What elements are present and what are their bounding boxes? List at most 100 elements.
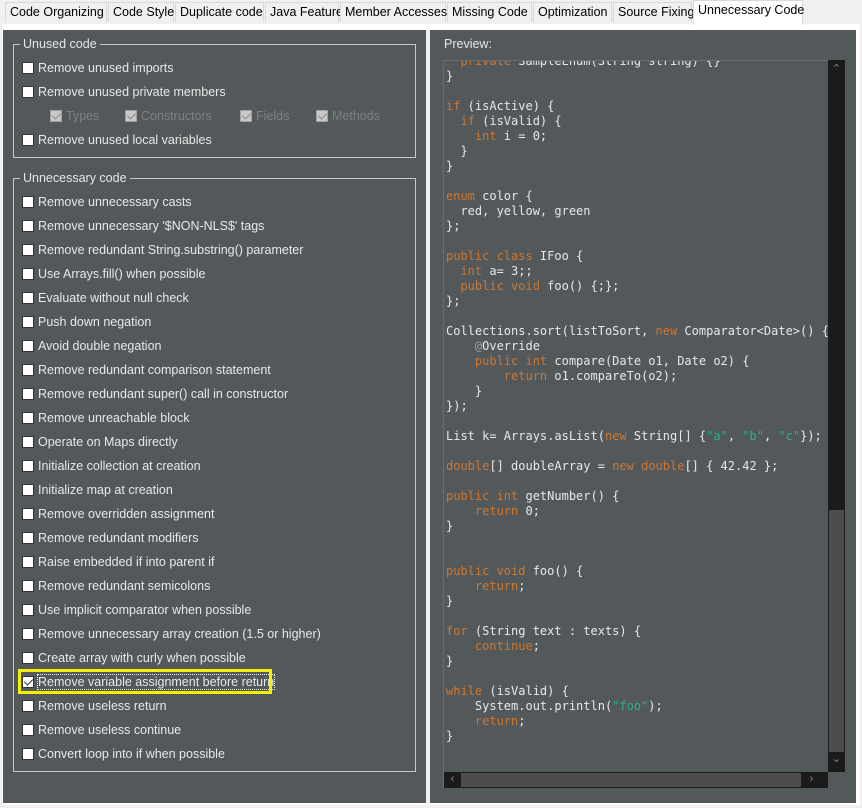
checkbox[interactable]	[22, 700, 34, 712]
code-line: while (isValid) {	[446, 684, 569, 698]
checkbox[interactable]	[22, 628, 34, 640]
option-types: Types	[50, 107, 99, 125]
option-remove-useless-continue[interactable]: Remove useless continue	[22, 721, 181, 739]
unused-code-group: Unused code Remove unused imports Remove …	[13, 36, 416, 158]
option-operate-on-maps-directly[interactable]: Operate on Maps directly	[22, 433, 178, 451]
checkbox[interactable]	[22, 412, 34, 424]
option-push-down-negation[interactable]: Push down negation	[22, 313, 151, 331]
checkbox[interactable]	[22, 748, 34, 760]
option-create-array-with-curly-when-possible[interactable]: Create array with curly when possible	[22, 649, 246, 667]
checkbox[interactable]	[22, 220, 34, 232]
code-line: return;	[446, 714, 526, 728]
tab-code-style[interactable]: Code Style	[108, 2, 174, 22]
tab-code-organizing[interactable]: Code Organizing	[5, 2, 107, 22]
code-line: int i = 0;	[446, 129, 548, 143]
scroll-left-icon[interactable]: ‹	[444, 773, 461, 785]
option-convert-loop-into-if-when-possible[interactable]: Convert loop into if when possible	[22, 745, 225, 763]
code-preview[interactable]: private SampleEnum(String string) {}} if …	[443, 60, 830, 788]
option-remove-unused-private-members[interactable]: Remove unused private members	[22, 83, 226, 101]
option-label: Remove useless continue	[38, 723, 182, 737]
checkbox[interactable]	[22, 532, 34, 544]
tab-duplicate-code[interactable]: Duplicate code	[175, 2, 264, 22]
scroll-right-icon[interactable]: ›	[803, 773, 820, 785]
checkbox[interactable]	[22, 580, 34, 592]
horizontal-scroll-thumb[interactable]	[461, 773, 801, 787]
vertical-scroll-thumb[interactable]	[829, 510, 844, 752]
option-evaluate-without-null-check[interactable]: Evaluate without null check	[22, 289, 189, 307]
unnecessary-code-group: Unnecessary code Remove unnecessary cast…	[13, 170, 416, 772]
option-remove-redundant-semicolons[interactable]: Remove redundant semicolons	[22, 577, 210, 595]
option-label: Remove unnecessary casts	[38, 195, 192, 209]
scroll-up-icon[interactable]: ⌃	[828, 62, 845, 75]
option-remove-unreachable-block[interactable]: Remove unreachable block	[22, 409, 189, 427]
option-label: Convert loop into if when possible	[38, 747, 225, 761]
option-remove-unnecessary-array-creation-1-5-or-higher[interactable]: Remove unnecessary array creation (1.5 o…	[22, 625, 321, 643]
checkbox[interactable]	[22, 196, 34, 208]
option-label: Use Arrays.fill() when possible	[38, 267, 206, 281]
options-pane: Unused code Remove unused imports Remove …	[3, 30, 426, 803]
vertical-scrollbar[interactable]: ⌃ ⌄	[828, 60, 845, 773]
checkbox[interactable]	[22, 652, 34, 664]
option-remove-variable-assignment-before-return[interactable]: Remove variable assignment before return	[22, 673, 276, 691]
option-raise-embedded-if-into-parent-if[interactable]: Raise embedded if into parent if	[22, 553, 215, 571]
code-line: };	[446, 294, 461, 308]
option-remove-redundant-string-substring-parameter[interactable]: Remove redundant String.substring() para…	[22, 241, 303, 259]
checkbox[interactable]	[22, 86, 34, 98]
code-line: });	[446, 399, 468, 413]
unused-code-title: Unused code	[20, 36, 100, 52]
checkbox[interactable]	[22, 364, 34, 376]
checkbox[interactable]	[22, 340, 34, 352]
option-use-implicit-comparator-when-possible[interactable]: Use implicit comparator when possible	[22, 601, 251, 619]
checkbox[interactable]	[22, 724, 34, 736]
option-initialize-collection-at-creation[interactable]: Initialize collection at creation	[22, 457, 201, 475]
tab-optimization[interactable]: Optimization	[533, 2, 612, 22]
checkbox[interactable]	[22, 436, 34, 448]
tab-java-feature[interactable]: Java Feature	[265, 2, 343, 22]
checkbox[interactable]	[22, 292, 34, 304]
option-label: Initialize map at creation	[38, 483, 173, 497]
code-line: continue;	[446, 639, 540, 653]
option-avoid-double-negation[interactable]: Avoid double negation	[22, 337, 162, 355]
checkbox[interactable]	[22, 134, 34, 146]
checkbox[interactable]	[22, 460, 34, 472]
tab-missing-code[interactable]: Missing Code	[447, 2, 532, 22]
checkbox[interactable]	[22, 268, 34, 280]
option-remove-redundant-modifiers[interactable]: Remove redundant modifiers	[22, 529, 199, 547]
tab-unnecessary-code[interactable]: Unnecessary Code	[693, 0, 804, 25]
option-label: Remove unnecessary array creation (1.5 o…	[38, 627, 321, 641]
option-remove-redundant-super-call-in-constructor[interactable]: Remove redundant super() call in constru…	[22, 385, 288, 403]
checkbox	[50, 110, 62, 122]
option-label: Push down negation	[38, 315, 152, 329]
code-line: }	[446, 594, 454, 608]
code-line: }	[446, 144, 468, 158]
option-initialize-map-at-creation[interactable]: Initialize map at creation	[22, 481, 173, 499]
option-remove-unnecessary-casts[interactable]: Remove unnecessary casts	[22, 193, 192, 211]
checkbox[interactable]	[22, 388, 34, 400]
option-remove-overridden-assignment[interactable]: Remove overridden assignment	[22, 505, 214, 523]
option-label: Create array with curly when possible	[38, 651, 246, 665]
code-line: List k= Arrays.asList(new String[] {"a",…	[446, 429, 822, 443]
checkbox[interactable]	[22, 508, 34, 520]
tab-source-fixing[interactable]: Source Fixing	[613, 2, 694, 22]
option-remove-unnecessary-non-nls-tags[interactable]: Remove unnecessary '$NON-NLS$' tags	[22, 217, 264, 235]
checkbox[interactable]	[22, 316, 34, 328]
option-remove-unused-local-variables[interactable]: Remove unused local variables	[22, 131, 212, 149]
option-label: Avoid double negation	[38, 339, 162, 353]
scroll-down-icon[interactable]: ⌄	[828, 752, 845, 765]
checkbox[interactable]	[22, 604, 34, 616]
checkbox[interactable]	[22, 484, 34, 496]
horizontal-scrollbar[interactable]: ‹ ›	[444, 772, 828, 788]
option-use-arrays-fill-when-possible[interactable]: Use Arrays.fill() when possible	[22, 265, 205, 283]
checkbox[interactable]	[22, 62, 34, 74]
code-line: Collections.sort(listToSort, new Compara…	[446, 324, 829, 338]
checkbox[interactable]	[22, 676, 34, 688]
checkbox[interactable]	[22, 556, 34, 568]
tab-member-accesses[interactable]: Member Accesses	[340, 2, 447, 22]
code-line: System.out.println("foo");	[446, 699, 663, 713]
checkbox[interactable]	[22, 244, 34, 256]
option-remove-useless-return[interactable]: Remove useless return	[22, 697, 167, 715]
option-remove-redundant-comparison-statement[interactable]: Remove redundant comparison statement	[22, 361, 271, 379]
option-remove-unused-imports[interactable]: Remove unused imports	[22, 59, 173, 77]
